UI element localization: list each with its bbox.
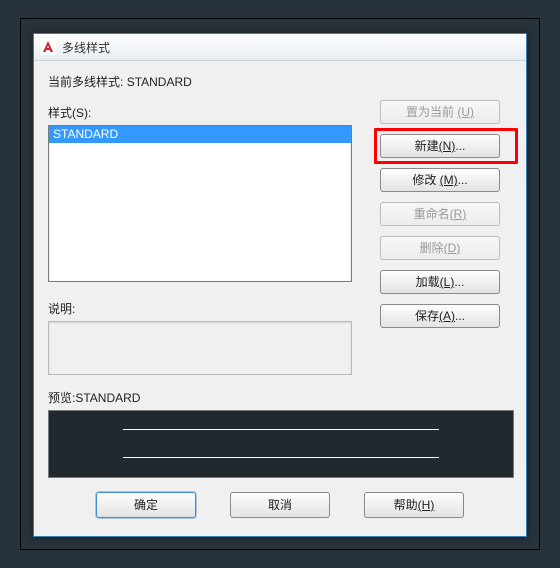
bottom-button-row: 确定 取消 帮助(H) xyxy=(48,492,512,518)
styles-label: 样式(S): xyxy=(48,104,362,121)
load-text: 加载 xyxy=(416,275,440,289)
new-text: 新建 xyxy=(415,139,439,153)
help-text: 帮助 xyxy=(394,498,418,512)
set-current-text: 置为当前 xyxy=(406,105,457,119)
ok-button[interactable]: 确定 xyxy=(96,492,196,518)
save-text: 保存 xyxy=(415,309,439,323)
delete-button[interactable]: 删除(D) xyxy=(380,236,500,260)
preview-canvas xyxy=(48,410,514,478)
delete-mnemonic: (D) xyxy=(444,241,461,255)
preview-line-top xyxy=(123,429,439,430)
app-backdrop: 多线样式 当前多线样式: STANDARD 样式(S): STANDARD 说明… xyxy=(20,18,540,550)
modify-button[interactable]: 修改 (M)... xyxy=(380,168,500,192)
multiline-style-dialog: 多线样式 当前多线样式: STANDARD 样式(S): STANDARD 说明… xyxy=(33,33,527,537)
new-suffix: ... xyxy=(455,139,465,153)
description-label: 说明: xyxy=(48,300,362,317)
preview-label: 预览:STANDARD xyxy=(48,389,512,406)
dialog-content: 当前多线样式: STANDARD 样式(S): STANDARD 说明: 置为当… xyxy=(34,61,526,515)
preview-line-bottom xyxy=(123,457,439,458)
current-style-prefix: 当前多线样式: xyxy=(48,75,123,89)
side-button-column: 置为当前 (U) 新建(N)... 修改 (M)... 重命名(R) xyxy=(380,100,512,328)
current-style-value: STANDARD xyxy=(127,75,192,89)
load-mnemonic: (L) xyxy=(440,275,455,289)
new-button[interactable]: 新建(N)... xyxy=(380,134,500,158)
save-suffix: ... xyxy=(455,309,465,323)
load-button[interactable]: 加载(L)... xyxy=(380,270,500,294)
app-icon xyxy=(40,39,56,55)
preview-prefix: 预览: xyxy=(48,391,75,405)
dialog-title: 多线样式 xyxy=(62,39,110,56)
cancel-button[interactable]: 取消 xyxy=(230,492,330,518)
rename-mnemonic: (R) xyxy=(450,207,467,221)
load-suffix: ... xyxy=(454,275,464,289)
description-textbox[interactable] xyxy=(48,321,352,375)
current-style-label: 当前多线样式: STANDARD xyxy=(48,73,512,90)
ok-text: 确定 xyxy=(134,498,158,512)
rename-text: 重命名 xyxy=(414,207,450,221)
preview-value: STANDARD xyxy=(75,391,140,405)
delete-text: 删除 xyxy=(420,241,444,255)
styles-list-item[interactable]: STANDARD xyxy=(49,126,351,143)
set-current-button[interactable]: 置为当前 (U) xyxy=(380,100,500,124)
save-mnemonic: (A) xyxy=(439,309,455,323)
help-mnemonic: (H) xyxy=(418,498,435,512)
modify-text: 修改 xyxy=(412,173,439,187)
help-button[interactable]: 帮助(H) xyxy=(364,492,464,518)
set-current-mnemonic: (U) xyxy=(457,105,474,119)
annotation-highlight: 新建(N)... xyxy=(374,128,518,164)
titlebar: 多线样式 xyxy=(34,34,526,61)
new-mnemonic: (N) xyxy=(439,139,456,153)
rename-button[interactable]: 重命名(R) xyxy=(380,202,500,226)
modify-suffix: ... xyxy=(458,173,468,187)
cancel-text: 取消 xyxy=(268,498,292,512)
save-button[interactable]: 保存(A)... xyxy=(380,304,500,328)
modify-mnemonic: (M) xyxy=(440,173,458,187)
styles-listbox[interactable]: STANDARD xyxy=(48,125,352,282)
